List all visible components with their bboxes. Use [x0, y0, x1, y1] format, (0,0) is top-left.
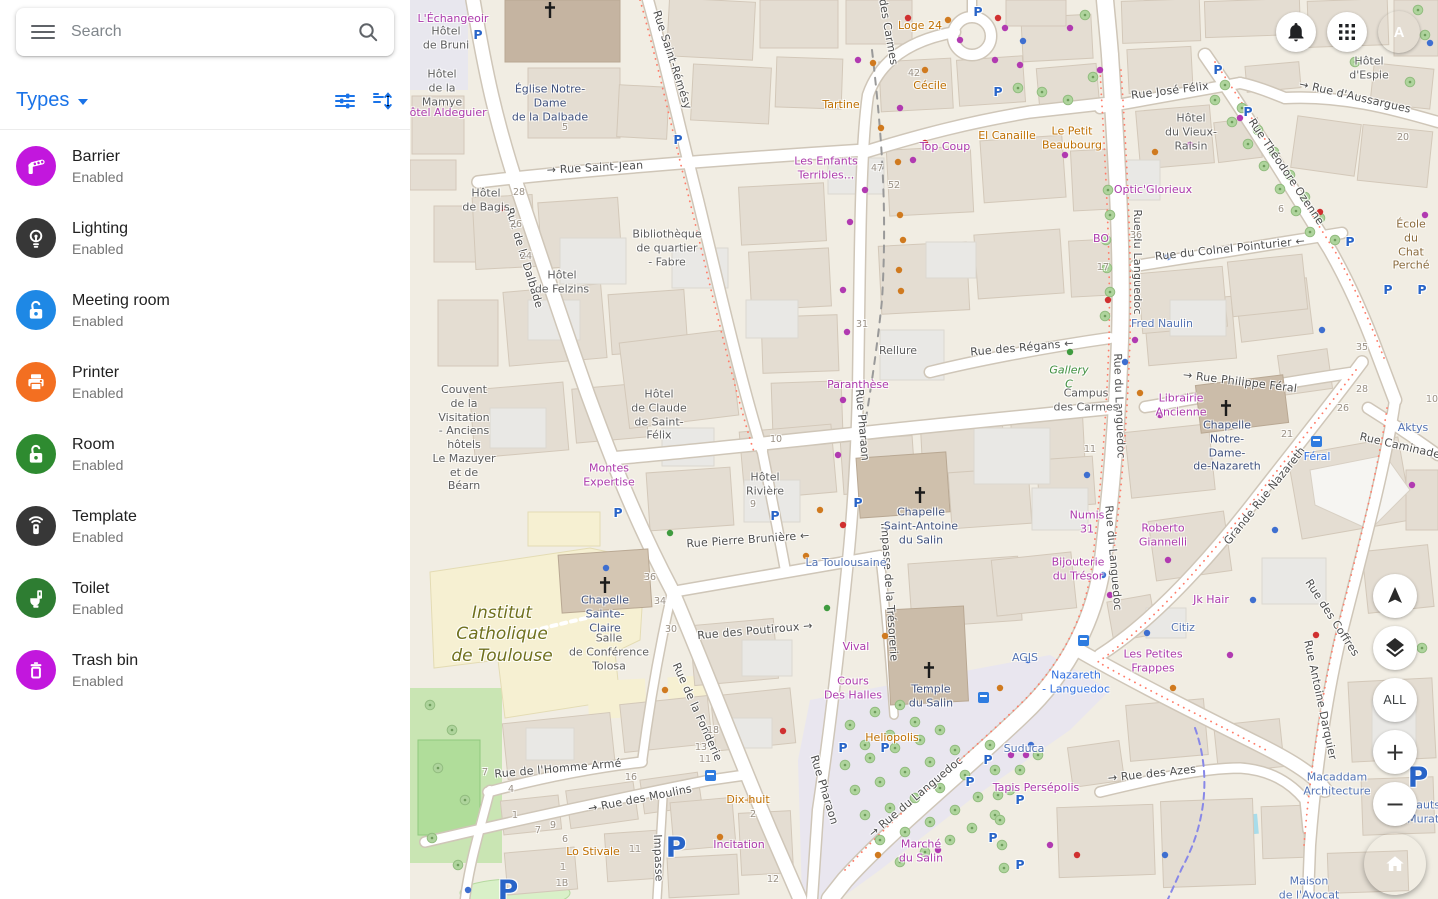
apps-button[interactable]: [1327, 12, 1367, 52]
minus-icon: −: [1385, 792, 1405, 816]
type-list: Barrier Enabled Lighting Enabled Meeting…: [0, 130, 410, 706]
home-icon: [1382, 851, 1408, 877]
sidebar: Types Barrier Enabled Lighting Enabl: [0, 0, 410, 899]
search-input[interactable]: [69, 22, 342, 42]
type-icon: [16, 290, 56, 330]
navigation-arrow-icon: [1383, 584, 1407, 608]
type-list-item-template[interactable]: Template Enabled: [0, 490, 410, 562]
types-label: Types: [16, 89, 69, 112]
compass-button[interactable]: [1373, 574, 1417, 618]
bell-icon: [1285, 21, 1307, 43]
sort-icon[interactable]: [370, 89, 394, 113]
type-status: Enabled: [72, 312, 170, 331]
type-label: Meeting room: [72, 290, 170, 312]
zoom-in-button[interactable]: +: [1373, 730, 1417, 774]
search-icon[interactable]: [356, 20, 380, 44]
map-canvas[interactable]: → Rue Saint-JeanRue de la DalbadeRue Sai…: [410, 0, 1438, 899]
type-status: Enabled: [72, 240, 128, 259]
type-label: Barrier: [72, 146, 123, 168]
type-label: Lighting: [72, 218, 128, 240]
type-status: Enabled: [72, 600, 123, 619]
type-status: Enabled: [72, 672, 138, 691]
apps-grid-icon: [1338, 23, 1356, 41]
type-label: Room: [72, 434, 123, 456]
layers-icon: [1383, 636, 1407, 660]
layers-button[interactable]: [1373, 626, 1417, 670]
type-list-item-room[interactable]: Room Enabled: [0, 418, 410, 490]
zoom-out-button[interactable]: −: [1373, 782, 1417, 826]
types-dropdown[interactable]: Types: [16, 89, 88, 112]
types-header: Types: [0, 72, 410, 130]
type-icon: [16, 578, 56, 618]
type-list-item-lighting[interactable]: Lighting Enabled: [0, 202, 410, 274]
type-label: Template: [72, 506, 137, 528]
type-list-item-trash-bin[interactable]: Trash bin Enabled: [0, 634, 410, 706]
type-label: Toilet: [72, 578, 123, 600]
type-icon: [16, 434, 56, 474]
type-status: Enabled: [72, 528, 137, 547]
type-icon: [16, 362, 56, 402]
menu-icon[interactable]: [31, 20, 55, 44]
all-button[interactable]: ALL: [1373, 678, 1417, 722]
type-icon: [16, 146, 56, 186]
type-list-item-barrier[interactable]: Barrier Enabled: [0, 130, 410, 202]
type-icon: [16, 218, 56, 258]
notifications-button[interactable]: [1276, 12, 1316, 52]
plus-icon: +: [1385, 740, 1405, 764]
type-status: Enabled: [72, 168, 123, 187]
type-label: Printer: [72, 362, 123, 384]
avatar[interactable]: A: [1378, 11, 1420, 53]
app-root: { "accent":"#1a73e8", "search":{"placeho…: [0, 0, 1438, 899]
type-status: Enabled: [72, 456, 123, 475]
type-icon: [16, 506, 56, 546]
type-list-item-printer[interactable]: Printer Enabled: [0, 346, 410, 418]
type-icon: [16, 650, 56, 690]
chevron-down-icon: [78, 99, 88, 105]
type-status: Enabled: [72, 384, 123, 403]
type-list-item-toilet[interactable]: Toilet Enabled: [0, 562, 410, 634]
filter-icon[interactable]: [333, 89, 357, 113]
search-bar[interactable]: [16, 8, 394, 56]
home-button[interactable]: [1364, 833, 1426, 895]
map-base-layer: [410, 0, 1438, 899]
type-label: Trash bin: [72, 650, 138, 672]
type-list-item-meeting-room[interactable]: Meeting room Enabled: [0, 274, 410, 346]
